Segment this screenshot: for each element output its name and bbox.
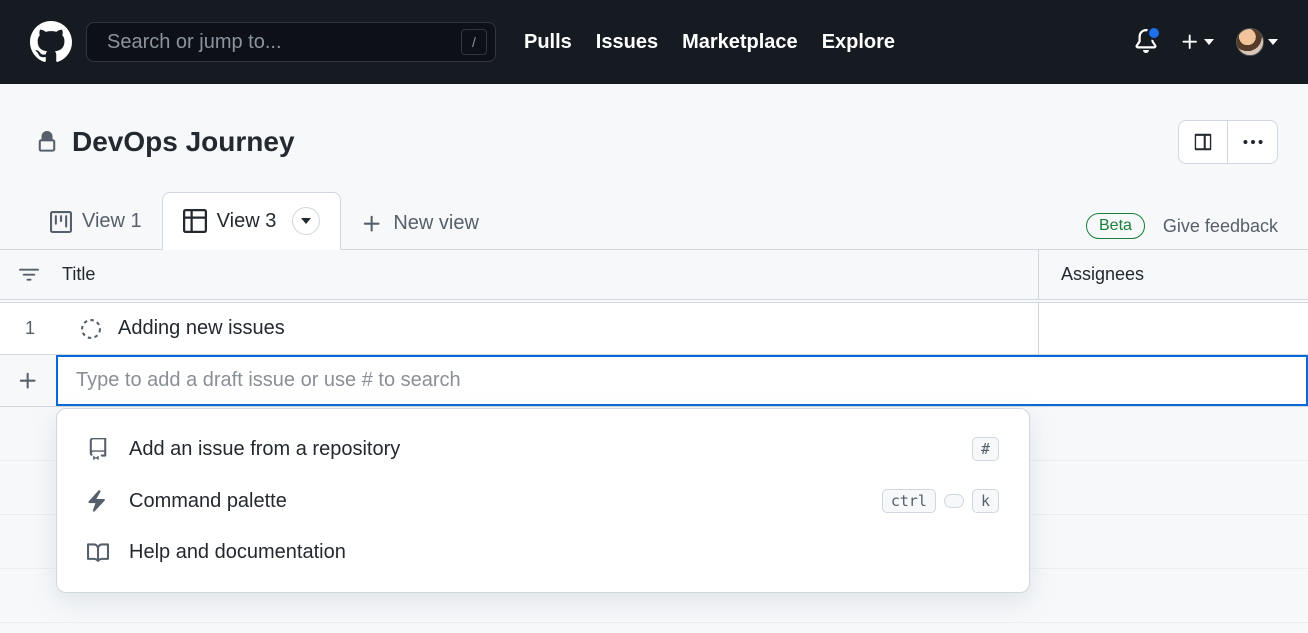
- tab-view-3[interactable]: View 3: [162, 192, 342, 250]
- key-hint-k: k: [972, 489, 999, 513]
- table-row[interactable]: 1 Adding new issues: [0, 302, 1308, 355]
- add-item-suggestions-popup: Add an issue from a repository # Command…: [56, 408, 1030, 593]
- zap-icon: [87, 490, 109, 512]
- popup-item-shortcut: #: [972, 437, 999, 461]
- slash-key-hint: /: [461, 29, 487, 55]
- github-logo[interactable]: [30, 21, 72, 63]
- add-item-row: [0, 355, 1308, 407]
- global-nav: / Pulls Issues Marketplace Explore: [0, 0, 1308, 84]
- popup-add-from-repo[interactable]: Add an issue from a repository #: [57, 423, 1029, 475]
- row-number: 1: [0, 303, 60, 354]
- tab-label: View 3: [217, 210, 277, 233]
- plus-icon: [17, 370, 39, 392]
- lock-icon: [36, 131, 58, 153]
- global-search-input[interactable]: [107, 31, 427, 54]
- nav-explore[interactable]: Explore: [822, 31, 895, 54]
- add-item-input-wrap[interactable]: [56, 355, 1308, 406]
- key-hint-ctrl: ctrl: [882, 489, 936, 513]
- row-assignees-cell[interactable]: [1038, 303, 1308, 354]
- column-title-label: Title: [62, 264, 95, 285]
- nav-marketplace[interactable]: Marketplace: [682, 31, 798, 54]
- repo-icon: [87, 438, 109, 460]
- popup-command-palette[interactable]: Command palette ctrl k: [57, 475, 1029, 527]
- insights-button[interactable]: [1178, 120, 1228, 164]
- avatar: [1236, 28, 1264, 56]
- notification-dot: [1147, 26, 1161, 40]
- nav-links: Pulls Issues Marketplace Explore: [524, 31, 895, 54]
- row-title: Adding new issues: [118, 317, 285, 340]
- caret-down-icon: [1204, 39, 1214, 45]
- nav-right: [1134, 28, 1278, 56]
- global-search[interactable]: /: [86, 22, 496, 62]
- kebab-icon: [1242, 131, 1264, 153]
- project-title: DevOps Journey: [72, 126, 295, 158]
- new-view-label: New view: [393, 212, 479, 235]
- filter-button[interactable]: [18, 265, 40, 285]
- popup-item-shortcut: ctrl k: [882, 489, 999, 513]
- key-hint: #: [972, 437, 999, 461]
- github-mark-icon: [30, 21, 72, 63]
- add-item-input[interactable]: [76, 369, 1288, 392]
- plus-icon: [361, 213, 383, 235]
- give-feedback-link[interactable]: Give feedback: [1163, 216, 1278, 237]
- create-new-button[interactable]: [1180, 32, 1214, 52]
- draft-issue-icon: [80, 318, 102, 340]
- caret-down-icon: [1268, 39, 1278, 45]
- caret-down-icon: [301, 218, 311, 224]
- more-options-button[interactable]: [1228, 120, 1278, 164]
- popup-item-label: Command palette: [129, 490, 287, 513]
- row-title-cell[interactable]: Adding new issues: [60, 303, 1038, 354]
- tab-options-button[interactable]: [292, 207, 320, 235]
- tab-view-1[interactable]: View 1: [30, 196, 162, 249]
- column-header-title[interactable]: Title: [0, 250, 1038, 299]
- project-icon: [50, 211, 72, 233]
- column-header-assignees[interactable]: Assignees: [1038, 250, 1308, 299]
- sidebar-icon: [1192, 131, 1214, 153]
- add-item-plus[interactable]: [0, 355, 56, 406]
- plus-icon: [1180, 32, 1200, 52]
- beta-badge: Beta: [1086, 213, 1145, 239]
- project-header: DevOps Journey: [0, 84, 1308, 164]
- project-header-actions: [1178, 120, 1278, 164]
- key-hint-separator: [944, 494, 964, 508]
- popup-help[interactable]: Help and documentation: [57, 527, 1029, 578]
- project-title-wrap: DevOps Journey: [36, 126, 295, 158]
- tab-label: View 1: [82, 210, 142, 233]
- book-icon: [87, 542, 109, 564]
- popup-item-label: Help and documentation: [129, 541, 346, 564]
- column-assignees-label: Assignees: [1061, 264, 1144, 285]
- table-header-row: Title Assignees: [0, 250, 1308, 300]
- nav-issues[interactable]: Issues: [596, 31, 658, 54]
- notifications-button[interactable]: [1134, 29, 1158, 56]
- table-icon: [183, 209, 207, 233]
- filter-icon: [19, 265, 39, 285]
- tabs-right: Beta Give feedback: [1086, 213, 1278, 249]
- new-view-button[interactable]: New view: [341, 198, 499, 249]
- views-tabs: View 1 View 3 New view: [30, 192, 499, 249]
- nav-pulls[interactable]: Pulls: [524, 31, 572, 54]
- user-menu[interactable]: [1236, 28, 1278, 56]
- views-tabs-row: View 1 View 3 New view Beta Give feedbac…: [0, 164, 1308, 250]
- popup-item-label: Add an issue from a repository: [129, 438, 400, 461]
